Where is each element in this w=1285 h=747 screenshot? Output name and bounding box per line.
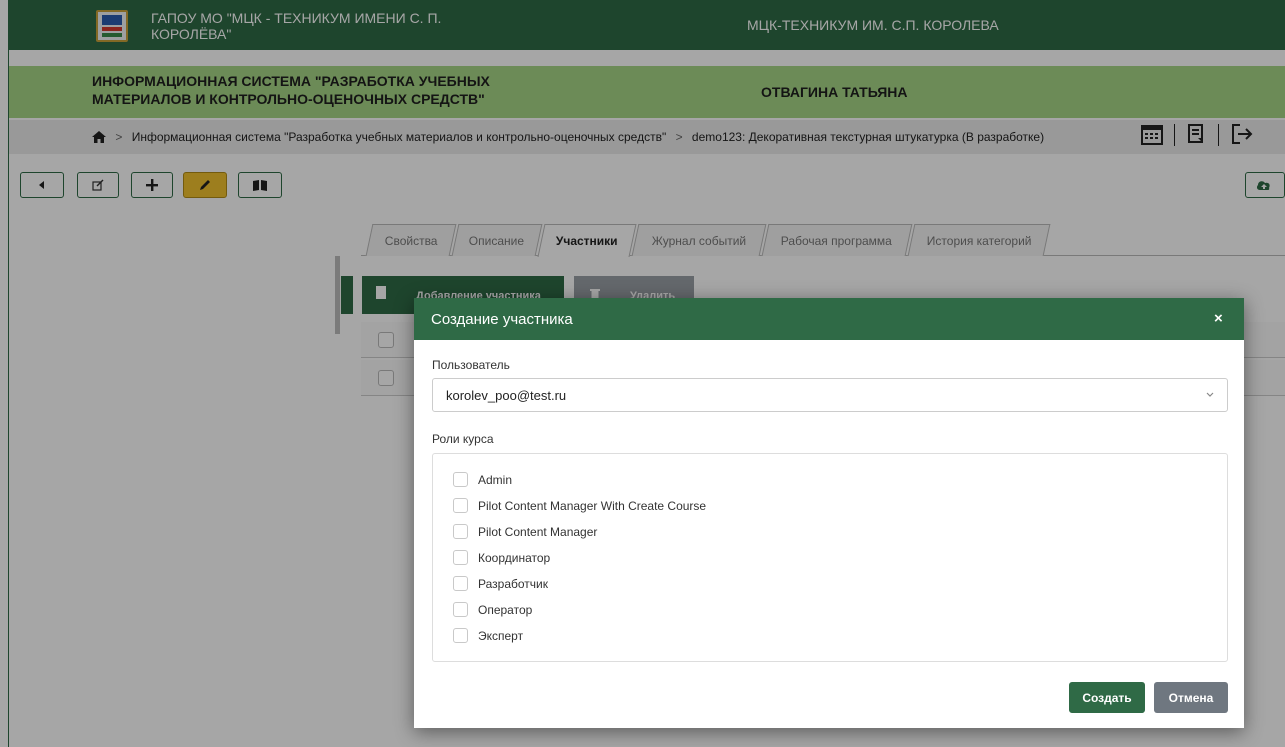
role-checkbox[interactable] bbox=[453, 524, 468, 539]
roles-label: Роли курса bbox=[432, 432, 494, 446]
user-label: Пользователь bbox=[432, 358, 510, 372]
cancel-button[interactable]: Отмена bbox=[1154, 682, 1228, 713]
role-checkbox[interactable] bbox=[453, 602, 468, 617]
create-button[interactable]: Создать bbox=[1069, 682, 1145, 713]
close-icon[interactable]: × bbox=[1214, 310, 1223, 327]
user-select-value: korolev_poo@test.ru bbox=[446, 388, 567, 403]
roles-list: Admin Pilot Content Manager With Create … bbox=[432, 453, 1228, 662]
user-select[interactable]: korolev_poo@test.ru bbox=[432, 378, 1228, 412]
role-checkbox[interactable] bbox=[453, 628, 468, 643]
modal-title: Создание участника bbox=[431, 311, 573, 328]
create-participant-modal: Создание участника × Пользователь korole… bbox=[414, 298, 1244, 728]
modal-header: Создание участника × bbox=[414, 298, 1244, 340]
role-checkbox[interactable] bbox=[453, 498, 468, 513]
role-checkbox[interactable] bbox=[453, 550, 468, 565]
chevron-down-icon bbox=[1206, 392, 1214, 397]
role-checkbox[interactable] bbox=[453, 472, 468, 487]
role-checkbox[interactable] bbox=[453, 576, 468, 591]
